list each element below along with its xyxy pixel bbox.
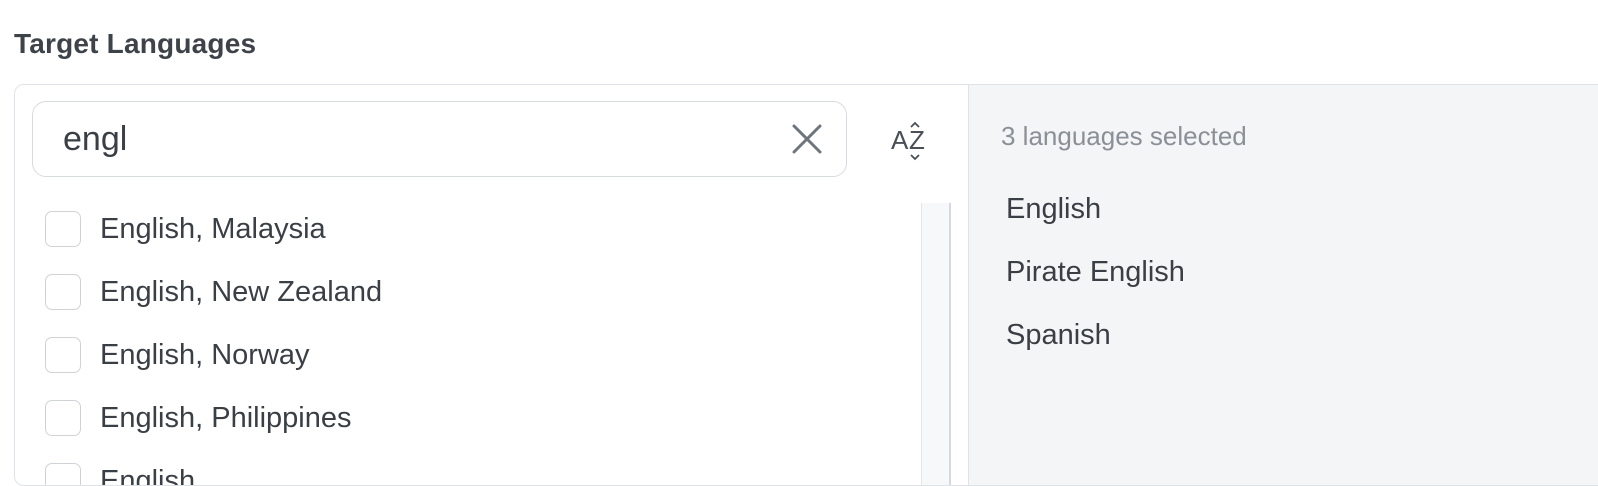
checkbox[interactable] <box>45 337 81 373</box>
field-label: Target Languages <box>14 28 256 60</box>
search-input[interactable] <box>63 114 763 164</box>
list-item-label: English, Malaysia <box>100 213 326 246</box>
list-item-label: English, New Zealand <box>100 276 382 309</box>
list-item[interactable]: English, … <box>45 459 240 486</box>
available-languages-pane: A Z English, Malaysia English, New Zeala… <box>15 85 967 485</box>
selected-count: 3 languages selected <box>1001 121 1247 152</box>
list-item[interactable]: English, Malaysia <box>45 207 326 251</box>
close-icon[interactable] <box>788 120 826 158</box>
selected-item[interactable]: Pirate English <box>1006 256 1185 289</box>
sort-alphabetical-icon[interactable]: A Z <box>887 119 937 163</box>
list-item[interactable]: English, New Zealand <box>45 270 382 314</box>
available-languages-list: English, Malaysia English, New Zealand E… <box>15 203 921 486</box>
language-picker: A Z English, Malaysia English, New Zeala… <box>14 84 1598 486</box>
list-item-label: English, Philippines <box>100 402 351 435</box>
list-scrollbar[interactable] <box>921 203 951 486</box>
list-item[interactable]: English, Norway <box>45 333 310 377</box>
selected-item[interactable]: English <box>1006 193 1101 226</box>
list-item[interactable]: English, Philippines <box>45 396 351 440</box>
list-item-label: English, … <box>100 465 240 486</box>
checkbox[interactable] <box>45 400 81 436</box>
search-box[interactable] <box>32 101 847 177</box>
selected-languages-pane: 3 languages selected English Pirate Engl… <box>968 85 1598 485</box>
checkbox[interactable] <box>45 274 81 310</box>
list-item-label: English, Norway <box>100 339 310 372</box>
checkbox[interactable] <box>45 211 81 247</box>
checkbox[interactable] <box>45 463 81 486</box>
selected-item[interactable]: Spanish <box>1006 319 1111 352</box>
svg-text:Z: Z <box>909 125 925 155</box>
svg-text:A: A <box>891 125 909 155</box>
